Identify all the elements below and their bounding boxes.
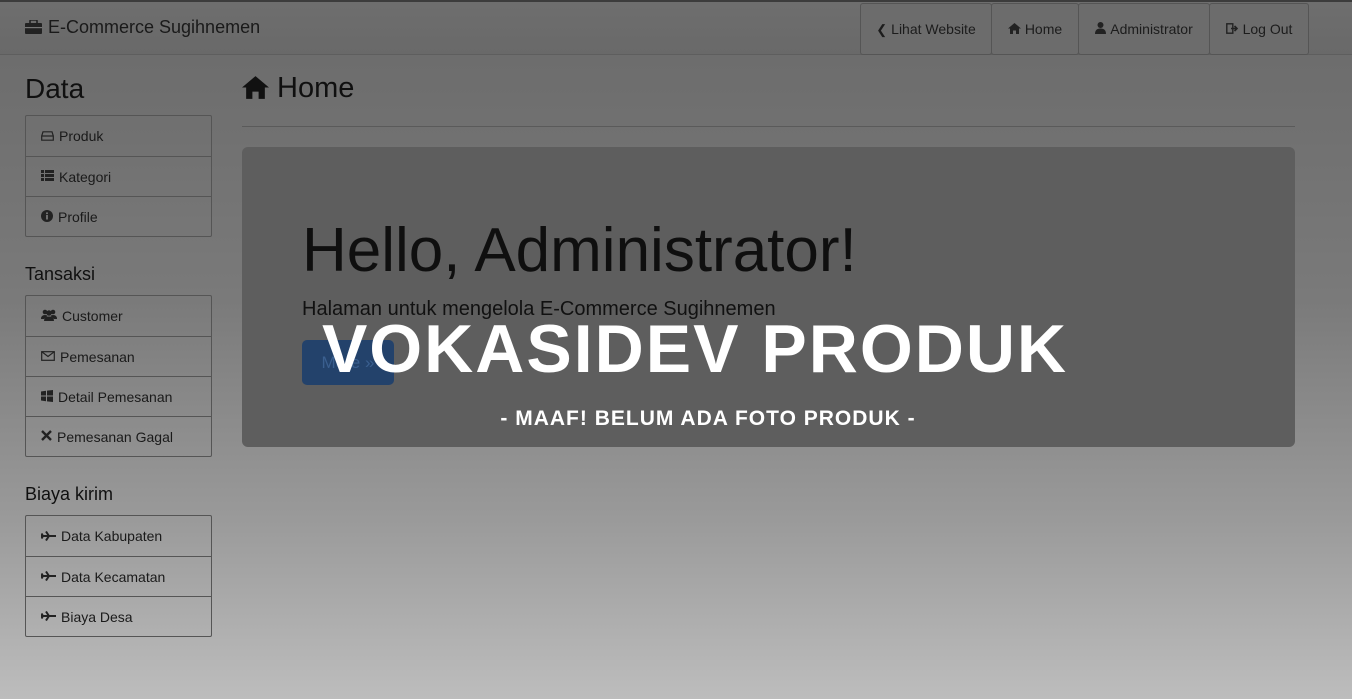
logout-label: Log Out [1242, 21, 1293, 37]
home-icon [242, 76, 269, 101]
plane-icon [40, 530, 56, 543]
watermark-title: VOKASIDEV PRODUK [321, 311, 1069, 387]
user-icon [1095, 22, 1107, 36]
sidebar-item-data-kecamatan[interactable]: Data Kecamatan [26, 556, 211, 596]
sidebar-item-data-kabupaten[interactable]: Data Kabupaten [26, 516, 211, 556]
administrator-button[interactable]: Administrator [1078, 3, 1210, 55]
home-icon [1007, 22, 1021, 36]
briefcase-icon [25, 18, 42, 36]
logout-icon [1225, 22, 1239, 36]
page-title-label: Home [277, 72, 355, 104]
sidebar-item-produk[interactable]: Produk [26, 116, 211, 156]
lihat-website-button[interactable]: ❮ Lihat Website [860, 3, 992, 55]
sidebar-item-biaya-desa[interactable]: Biaya Desa [26, 596, 211, 636]
sidebar-item-label: Data Kabupaten [61, 528, 163, 544]
hdd-icon [41, 130, 54, 143]
title-divider [242, 126, 1295, 127]
top-navbar: E-Commerce Sugihnemen ❮ Lihat Website Ho… [0, 0, 1352, 55]
home-label: Home [1024, 21, 1063, 37]
sidebar-item-label: Data Kecamatan [61, 568, 166, 585]
sidebar-item-label: Biaya Desa [61, 608, 133, 625]
chevron-left-icon: ❮ [876, 21, 888, 37]
watermark-subtitle: - MAAF! BELUM ADA FOTO PRODUK - [500, 407, 916, 430]
sidebar-item-label: Produk [59, 128, 104, 144]
greeting-heading: Hello, Administrator! [302, 216, 857, 285]
logout-button[interactable]: Log Out [1209, 3, 1309, 55]
sidebar-item-label: Profile [58, 208, 98, 225]
plane-icon [40, 570, 56, 583]
list-icon [41, 170, 54, 183]
sidebar-heading-transaksi: Tansaksi [25, 264, 96, 284]
close-icon [41, 430, 52, 443]
info-icon [41, 209, 53, 224]
windows-icon [41, 389, 53, 404]
brand[interactable]: E-Commerce Sugihnemen [25, 17, 260, 38]
sidebar-item-label: Kategori [59, 168, 112, 185]
home-button[interactable]: Home [991, 3, 1079, 55]
sidebar-item-profile[interactable]: Profile [26, 196, 211, 236]
sidebar-item-kategori[interactable]: Kategori [26, 156, 211, 196]
sidebar-group-data: Produk Kategori Profile [25, 115, 212, 237]
sidebar-group-biaya-kirim: Data Kabupaten Data Kecamatan Biaya Desa [25, 515, 212, 637]
page-title: Home [242, 72, 354, 105]
sidebar-heading-data: Data [25, 73, 85, 104]
sidebar-heading-biaya-kirim: Biaya kirim [25, 484, 114, 504]
administrator-label: Administrator [1110, 21, 1193, 37]
sidebar-item-label: Detail Pemesanan [58, 388, 173, 405]
welcome-jumbotron: Hello, Administrator! Halaman untuk meng… [242, 147, 1295, 447]
brand-label: E-Commerce Sugihnemen [48, 17, 261, 37]
plane-icon [40, 610, 56, 623]
lihat-website-label: Lihat Website [891, 21, 976, 37]
